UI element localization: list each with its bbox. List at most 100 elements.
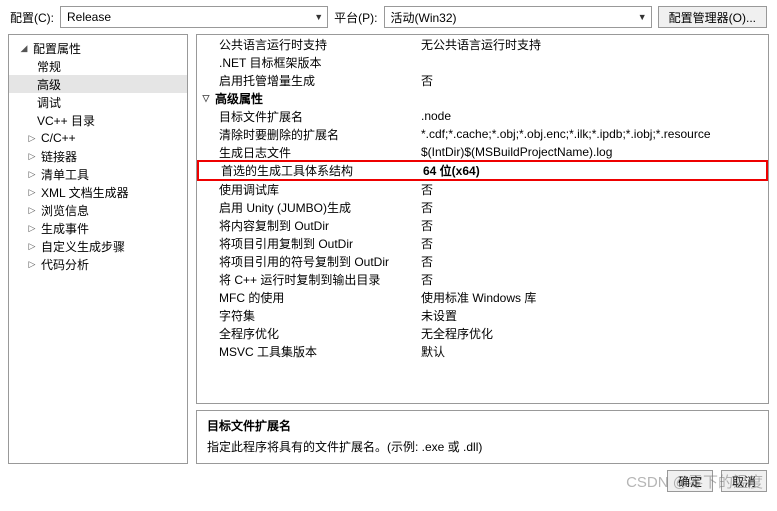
tree-item-label: 常规 [37, 58, 61, 75]
prop-key: 启用 Unity (JUMBO)生成 [197, 199, 415, 216]
tree-item-label: 调试 [37, 94, 61, 111]
tree-item-label: 高级 [37, 76, 61, 93]
prop-key: 清除时要删除的扩展名 [197, 126, 415, 143]
tree-item-label: 链接器 [41, 148, 77, 165]
tree-item[interactable]: VC++ 目录 [9, 111, 187, 129]
tree-item-label: VC++ 目录 [37, 112, 95, 129]
tree-item[interactable]: ▷ 代码分析 [9, 255, 187, 273]
prop-val: 无全程序优化 [415, 325, 768, 342]
chevron-down-icon: ▼ [314, 12, 323, 22]
cancel-button[interactable]: 取消 [721, 470, 767, 492]
prop-key: 使用调试库 [197, 181, 415, 198]
expand-icon: ▽ [201, 93, 211, 104]
tree-item[interactable]: 高级 [9, 75, 187, 93]
prop-key: 将内容复制到 OutDir [197, 217, 415, 234]
expand-icon: ▷ [27, 133, 37, 144]
collapse-icon: ◢ [19, 43, 29, 54]
tree-item[interactable]: 调试 [9, 93, 187, 111]
expand-icon: ▷ [27, 187, 37, 198]
tree-item-label: 生成事件 [41, 220, 89, 237]
tree-item[interactable]: ▷ 自定义生成步骤 [9, 237, 187, 255]
ok-button[interactable]: 确定 [667, 470, 713, 492]
prop-val: 否 [415, 235, 768, 252]
tree-item-label: XML 文档生成器 [41, 184, 129, 201]
prop-val: 否 [415, 271, 768, 288]
prop-key: 将项目引用复制到 OutDir [197, 235, 415, 252]
tree-item[interactable]: ▷ XML 文档生成器 [9, 183, 187, 201]
config-combo[interactable]: Release ▼ [60, 6, 328, 28]
config-value: Release [67, 10, 111, 24]
prop-key: MFC 的使用 [197, 289, 415, 306]
chevron-down-icon: ▼ [638, 12, 647, 22]
prop-val: .node [415, 109, 768, 123]
config-manager-button[interactable]: 配置管理器(O)... [658, 6, 767, 28]
platform-value: 活动(Win32) [391, 9, 457, 26]
property-row[interactable]: 全程序优化无全程序优化 [197, 324, 768, 342]
prop-val: 使用标准 Windows 库 [415, 289, 768, 306]
property-grid: 公共语言运行时支持无公共语言运行时支持.NET 目标框架版本启用托管增量生成否 … [196, 34, 769, 404]
expand-icon: ▷ [27, 151, 37, 162]
tree-item-label: 代码分析 [41, 256, 89, 273]
property-row[interactable]: 使用调试库否 [197, 180, 768, 198]
expand-icon: ▷ [27, 241, 37, 252]
property-row[interactable]: 将内容复制到 OutDir否 [197, 216, 768, 234]
property-row[interactable]: 将项目引用的符号复制到 OutDir否 [197, 252, 768, 270]
tree-item-label: 浏览信息 [41, 202, 89, 219]
prop-key: 目标文件扩展名 [197, 108, 415, 125]
prop-val: 64 位(x64) [417, 162, 766, 179]
prop-val: *.cdf;*.cache;*.obj;*.obj.enc;*.ilk;*.ip… [415, 127, 768, 141]
expand-icon: ▷ [27, 169, 37, 180]
property-row[interactable]: 将 C++ 运行时复制到输出目录否 [197, 270, 768, 288]
highlight-box: 首选的生成工具体系结构 64 位(x64) [197, 160, 768, 181]
property-row[interactable]: 启用 Unity (JUMBO)生成否 [197, 198, 768, 216]
property-row[interactable]: MFC 的使用使用标准 Windows 库 [197, 288, 768, 306]
config-label: 配置(C): [10, 9, 54, 26]
tree-item[interactable]: ▷ 浏览信息 [9, 201, 187, 219]
tree-item[interactable]: 常规 [9, 57, 187, 75]
property-row[interactable]: 启用托管增量生成否 [197, 71, 768, 89]
prop-key: 将项目引用的符号复制到 OutDir [197, 253, 415, 270]
tree-item-label: C/C++ [41, 131, 76, 145]
tree-item[interactable]: ▷ 链接器 [9, 147, 187, 165]
description-panel: 目标文件扩展名 指定此程序将具有的文件扩展名。(示例: .exe 或 .dll) [196, 410, 769, 464]
prop-val: 否 [415, 199, 768, 216]
prop-key: 首选的生成工具体系结构 [199, 162, 417, 179]
property-row[interactable]: 目标文件扩展名.node [197, 107, 768, 125]
property-row[interactable]: .NET 目标框架版本 [197, 53, 768, 71]
prop-val: 否 [415, 72, 768, 89]
tree-panel: ◢ 配置属性 常规高级调试VC++ 目录▷C/C++▷链接器▷清单工具▷XML … [8, 34, 188, 464]
property-row[interactable]: 清除时要删除的扩展名*.cdf;*.cache;*.obj;*.obj.enc;… [197, 125, 768, 143]
expand-icon: ▷ [27, 223, 37, 234]
tree-item-label: 清单工具 [41, 166, 89, 183]
tree-item[interactable]: ▷ C/C++ [9, 129, 187, 147]
expand-icon: ▷ [27, 259, 37, 270]
property-row[interactable]: 字符集未设置 [197, 306, 768, 324]
desc-text: 指定此程序将具有的文件扩展名。(示例: .exe 或 .dll) [207, 438, 758, 455]
property-row-highlight[interactable]: 首选的生成工具体系结构 64 位(x64) [199, 162, 766, 179]
prop-val: 否 [415, 253, 768, 270]
prop-val: 未设置 [415, 307, 768, 324]
expand-icon: ▷ [27, 205, 37, 216]
prop-val: 无公共语言运行时支持 [415, 36, 768, 53]
desc-title: 目标文件扩展名 [207, 417, 758, 434]
prop-key: 将 C++ 运行时复制到输出目录 [197, 271, 415, 288]
property-row[interactable]: 生成日志文件$(IntDir)$(MSBuildProjectName).log [197, 143, 768, 161]
tree-item-label: 自定义生成步骤 [41, 238, 125, 255]
platform-combo[interactable]: 活动(Win32) ▼ [384, 6, 652, 28]
prop-val: 否 [415, 217, 768, 234]
prop-key: .NET 目标框架版本 [197, 54, 415, 71]
tree-item[interactable]: ▷ 生成事件 [9, 219, 187, 237]
prop-key: MSVC 工具集版本 [197, 343, 415, 360]
prop-key: 全程序优化 [197, 325, 415, 342]
prop-key: 生成日志文件 [197, 144, 415, 161]
tree-item[interactable]: ▷ 清单工具 [9, 165, 187, 183]
property-row[interactable]: 将项目引用复制到 OutDir否 [197, 234, 768, 252]
property-row[interactable]: MSVC 工具集版本默认 [197, 342, 768, 360]
property-row[interactable]: 公共语言运行时支持无公共语言运行时支持 [197, 35, 768, 53]
prop-val: $(IntDir)$(MSBuildProjectName).log [415, 145, 768, 159]
prop-key: 公共语言运行时支持 [197, 36, 415, 53]
prop-val: 默认 [415, 343, 768, 360]
group-header[interactable]: ▽ 高级属性 [197, 89, 768, 107]
prop-key: 字符集 [197, 307, 415, 324]
tree-root[interactable]: ◢ 配置属性 [9, 39, 187, 57]
